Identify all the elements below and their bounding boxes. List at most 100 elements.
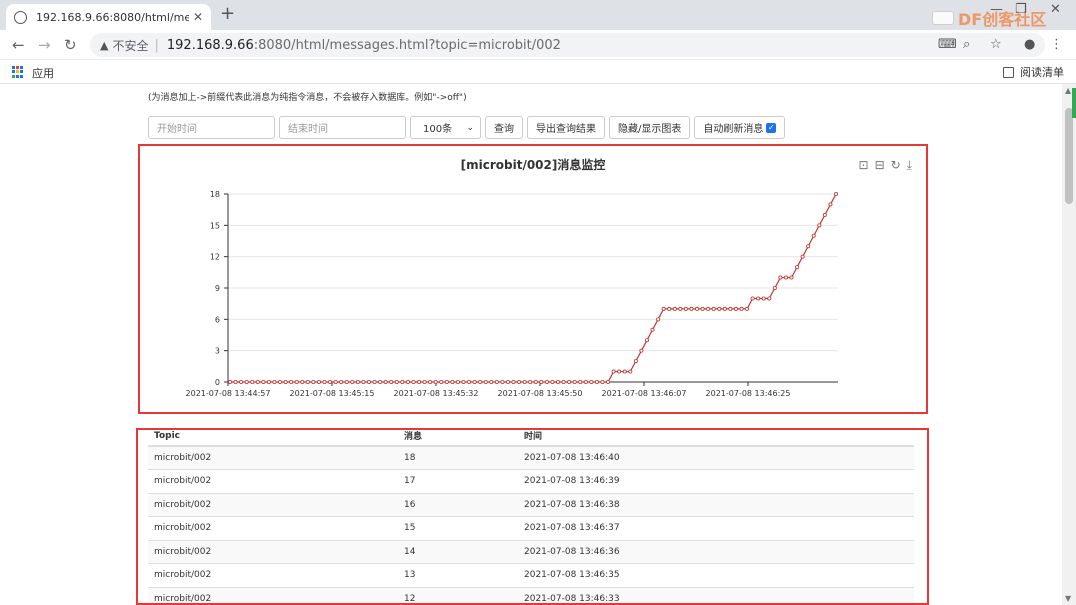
auto-refresh-checkbox[interactable]: ✓ [766,122,777,133]
data-point [661,306,666,311]
data-point [322,379,327,384]
query-controls: 开始时间 结束时间 100条 ⌄ 查询 导出查询结果 隐藏/显示图表 自动刷新消… [148,116,786,139]
table-row: microbit/002 12 2021-07-08 13:46:33 [148,586,914,603]
data-point [433,379,438,384]
data-point [444,379,449,384]
close-tab-icon[interactable]: ✕ [193,10,203,24]
messages-table: Topic 消息 时间 microbit/002 18 2021-07-08 13:… [148,430,914,603]
data-point [366,379,371,384]
data-point [578,379,583,384]
data-point [750,296,755,301]
toggle-chart-button[interactable]: 隐藏/显示图表 [609,116,691,139]
data-point [756,296,761,301]
data-point [789,275,794,280]
data-point [311,379,316,384]
data-point [239,379,244,384]
scroll-thumb[interactable] [1065,108,1073,204]
col-message: 消息 [398,430,518,447]
data-point [355,379,360,384]
time-cell: 2021-07-08 13:46:38 [518,492,914,517]
data-point [722,306,727,311]
export-button[interactable]: 导出查询结果 [527,116,605,139]
reading-list[interactable]: 阅读清单 [1003,64,1064,80]
data-point [678,306,683,311]
forward-icon[interactable]: → [38,36,51,54]
menu-icon[interactable]: ⋮ [1050,37,1063,52]
data-point [567,379,572,384]
y-tick-label: 0 [215,378,220,387]
data-point [361,379,366,384]
data-point [294,379,299,384]
data-point [244,379,249,384]
df-logo-mark [932,11,954,25]
data-point [522,379,527,384]
data-point [739,306,744,311]
data-point [472,379,477,384]
data-point [772,285,777,290]
zoom-icon[interactable]: ⌕ [963,37,970,52]
limit-select[interactable]: 100条 ⌄ [410,116,481,139]
auto-refresh-toggle[interactable]: 自动刷新消息 ✓ [694,116,786,139]
data-point [461,379,466,384]
new-tab-button[interactable]: + [220,3,235,24]
data-point [383,379,388,384]
data-point [455,379,460,384]
star-icon[interactable]: ☆ [990,37,1002,52]
data-point [467,379,472,384]
topic-cell: microbit/002 [148,586,398,603]
url-separator: | [154,37,159,53]
data-point [489,379,494,384]
time-cell: 2021-07-08 13:46:36 [518,539,914,564]
query-button[interactable]: 查询 [485,116,523,139]
message-cell: 14 [398,539,518,564]
table-row: microbit/002 13 2021-07-08 13:46:35 [148,563,914,587]
data-point [600,379,605,384]
maximize-icon[interactable]: ❐ [1015,2,1027,17]
data-point [283,379,288,384]
profile-icon[interactable]: ● [1024,37,1035,52]
url-bar[interactable]: ▲ 不安全 | 192.168.9.66 :8080/html/messages… [90,33,1045,57]
time-cell: 2021-07-08 13:46:39 [518,469,914,493]
data-point [289,379,294,384]
topic-cell: microbit/002 [148,539,398,564]
topic-cell: microbit/002 [148,516,398,540]
window-close-icon[interactable]: ✕ [1050,2,1061,17]
scroll-down-icon[interactable]: ▼ [1065,594,1071,603]
y-tick-label: 12 [210,253,220,262]
bookmark-apps[interactable]: 应用 [32,65,54,81]
browser-tab[interactable]: 192.168.9.66:8080/html/messages.html ✕ [6,4,211,30]
page-content: (为消息加上->前缀代表此消息为纯指令消息，不会被存入数据库。例如"->off"… [0,84,1062,605]
data-point [539,379,544,384]
data-point [783,275,788,280]
y-tick-label: 15 [210,221,220,230]
page-scrollbar[interactable]: ▲ ▼ [1062,84,1076,605]
data-point [333,379,338,384]
data-point [689,306,694,311]
end-time-input[interactable]: 结束时间 [279,116,406,139]
y-tick-label: 3 [215,347,220,356]
data-point [628,369,633,374]
data-point [633,359,638,364]
data-point [255,379,260,384]
start-time-input[interactable]: 开始时间 [148,116,275,139]
data-point [767,296,772,301]
data-point [795,265,800,270]
messages-table-panel: Topic 消息 时间 microbit/002 18 2021-07-08 13:… [136,428,929,605]
table-row: microbit/002 17 2021-07-08 13:46:39 [148,469,914,493]
back-icon[interactable]: ← [12,36,25,54]
x-tick-label: 2021-07-08 13:44:57 [186,389,271,398]
scroll-up-icon[interactable]: ▲ [1065,86,1071,95]
col-topic: Topic [148,430,398,447]
warning-icon[interactable]: ▲ [100,39,108,52]
data-point [511,379,516,384]
data-point [350,379,355,384]
data-point [400,379,405,384]
minimize-icon[interactable]: — [990,2,1003,17]
apps-icon[interactable] [12,66,24,78]
insecure-label[interactable]: 不安全 [112,37,148,54]
data-point [250,379,255,384]
topic-cell: microbit/002 [148,492,398,517]
reload-icon[interactable]: ↻ [64,36,77,54]
translate-icon[interactable]: ⌨ [938,37,957,52]
table-row: microbit/002 18 2021-07-08 13:46:40 [148,445,914,470]
